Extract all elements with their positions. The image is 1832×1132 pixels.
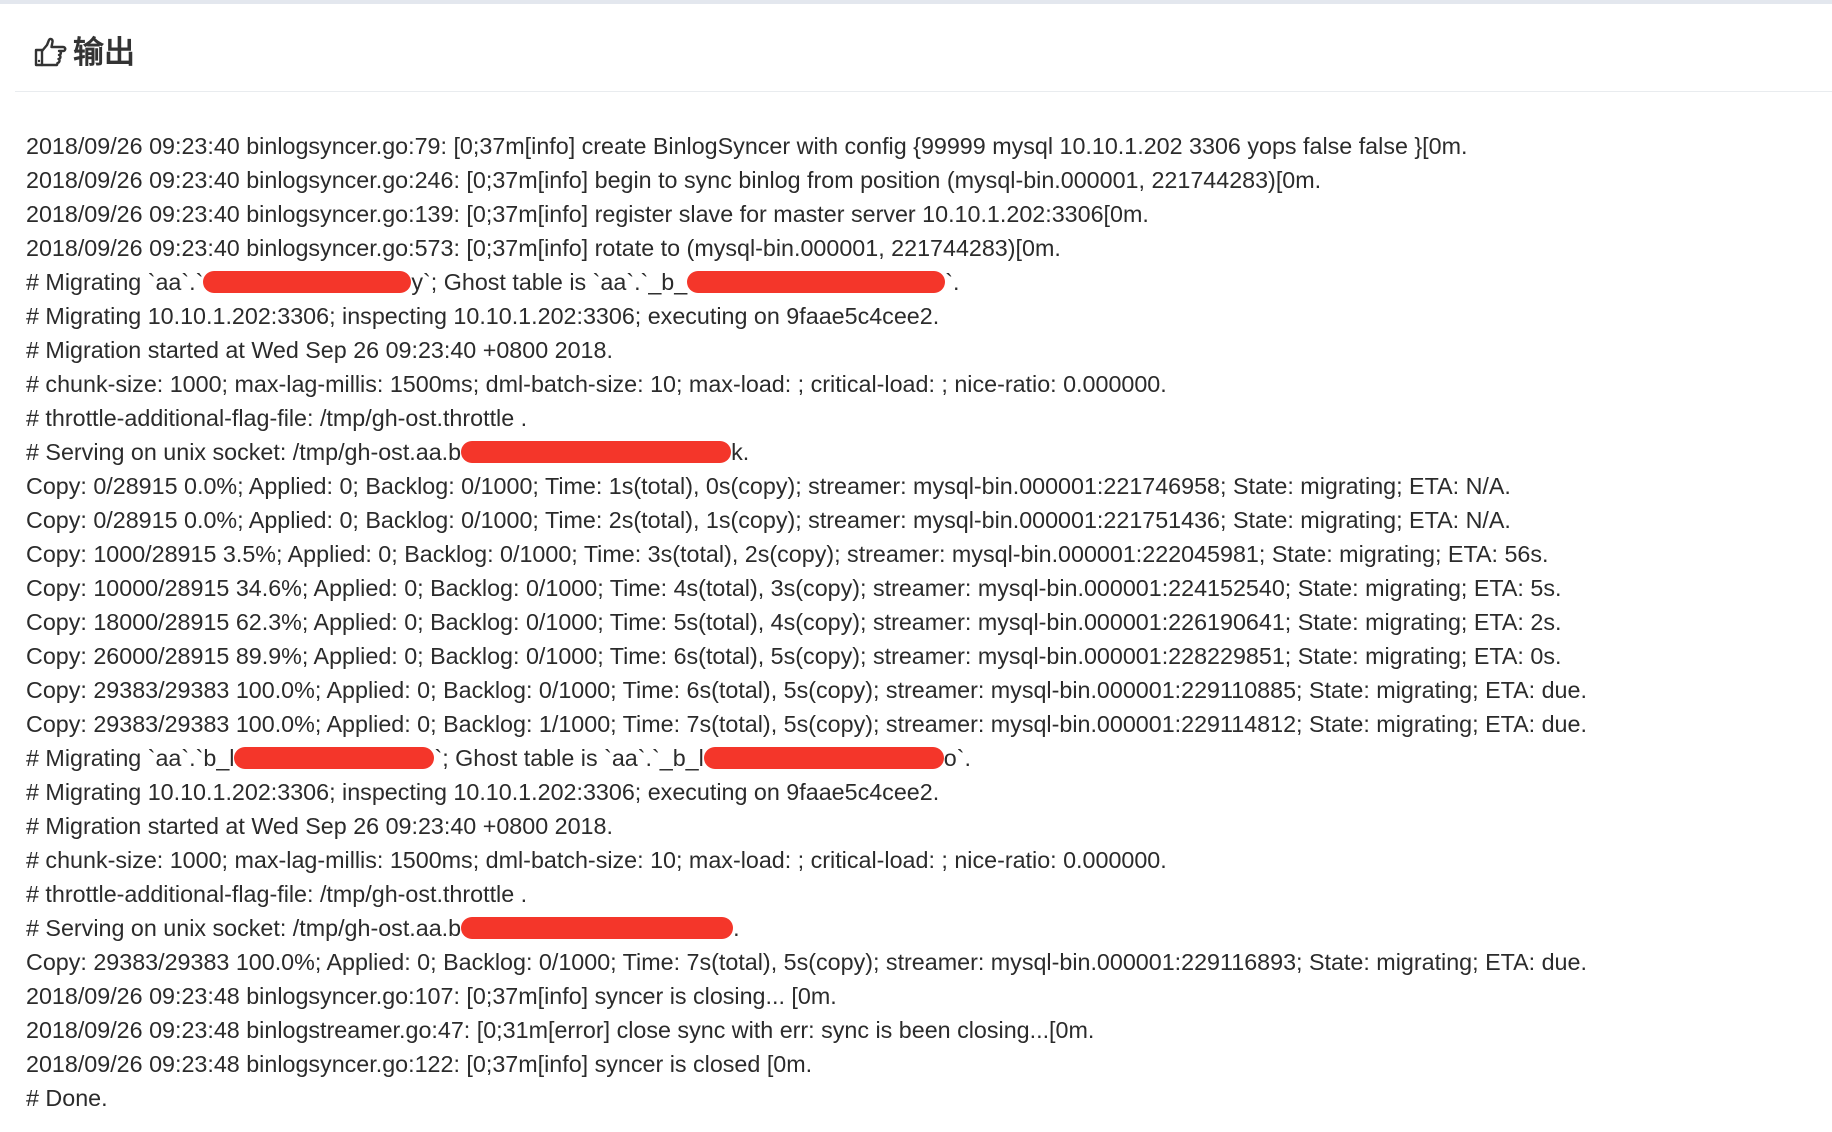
log-line: # throttle-additional-flag-file: /tmp/gh…	[26, 405, 528, 431]
log-line: 2018/09/26 09:23:48 binlogsyncer.go:122:…	[26, 1051, 813, 1077]
log-line: # chunk-size: 1000; max-lag-millis: 1500…	[26, 371, 1167, 397]
log-line: Copy: 10000/28915 34.6%; Applied: 0; Bac…	[26, 575, 1562, 601]
log-line: Copy: 29383/29383 100.0%; Applied: 0; Ba…	[26, 711, 1587, 737]
log-line-redacted: # Serving on unix socket: /tmp/gh-ost.aa…	[26, 911, 740, 945]
log-segment: `.	[945, 269, 960, 295]
log-line: # Migrating 10.10.1.202:3306; inspecting…	[26, 303, 940, 329]
log-segment: # Serving on unix socket: /tmp/gh-ost.aa…	[26, 439, 462, 465]
log-line: Copy: 0/28915 0.0%; Applied: 0; Backlog:…	[26, 473, 1511, 499]
redaction-mark	[687, 270, 946, 293]
log-segment: # Migrating `aa`.`	[26, 269, 204, 295]
panel-title: 输出	[73, 35, 135, 71]
log-line: # throttle-additional-flag-file: /tmp/gh…	[26, 881, 528, 907]
redaction-mark	[461, 916, 734, 939]
log-segment: # Migrating `aa`.`b_l	[26, 745, 235, 771]
redaction-mark	[203, 270, 412, 293]
log-line: Copy: 18000/28915 62.3%; Applied: 0; Bac…	[26, 609, 1562, 635]
log-line: Copy: 29383/29383 100.0%; Applied: 0; Ba…	[26, 677, 1587, 703]
panel-header: 输出	[15, 4, 1832, 92]
log-line: # Migration started at Wed Sep 26 09:23:…	[26, 337, 613, 363]
log-segment: `; Ghost table is `aa`.`_b_l	[434, 745, 704, 771]
log-segment: k.	[731, 439, 750, 465]
log-line: 2018/09/26 09:23:40 binlogsyncer.go:79: …	[26, 133, 1468, 159]
redaction-mark	[234, 746, 435, 769]
log-line: 2018/09/26 09:23:40 binlogsyncer.go:246:…	[26, 167, 1322, 193]
log-line: Copy: 1000/28915 3.5%; Applied: 0; Backl…	[26, 541, 1549, 567]
log-line: 2018/09/26 09:23:48 binlogstreamer.go:47…	[26, 1017, 1095, 1043]
log-segment: y`; Ghost table is `aa`.`_b_	[411, 269, 688, 295]
hand-pointing-right-icon	[34, 37, 67, 67]
log-line: 2018/09/26 09:23:40 binlogsyncer.go:139:…	[26, 201, 1149, 227]
log-line: Copy: 0/28915 0.0%; Applied: 0; Backlog:…	[26, 507, 1511, 533]
log-line-redacted: # Migrating `aa`.` y`; Ghost table is `aa…	[26, 265, 959, 299]
log-line: # Migration started at Wed Sep 26 09:23:…	[26, 813, 613, 839]
redaction-mark	[703, 746, 944, 769]
log-line-redacted: # Serving on unix socket: /tmp/gh-ost.aa…	[26, 435, 749, 469]
log-line: 2018/09/26 09:23:40 binlogsyncer.go:573:…	[26, 235, 1061, 261]
log-line: # Done.	[26, 1085, 108, 1111]
log-line-redacted: # Migrating `aa`.`b_l `; Ghost table is `…	[26, 741, 971, 775]
log-segment: .	[733, 915, 740, 941]
log-line: 2018/09/26 09:23:48 binlogsyncer.go:107:…	[26, 983, 837, 1009]
log-line: # chunk-size: 1000; max-lag-millis: 1500…	[26, 847, 1167, 873]
log-segment: o`.	[943, 745, 971, 771]
log-segment: # Serving on unix socket: /tmp/gh-ost.aa…	[26, 915, 462, 941]
log-line: # Migrating 10.10.1.202:3306; inspecting…	[26, 779, 940, 805]
redaction-mark	[461, 440, 732, 463]
log-line: Copy: 29383/29383 100.0%; Applied: 0; Ba…	[26, 949, 1587, 975]
log-line: Copy: 26000/28915 89.9%; Applied: 0; Bac…	[26, 643, 1562, 669]
